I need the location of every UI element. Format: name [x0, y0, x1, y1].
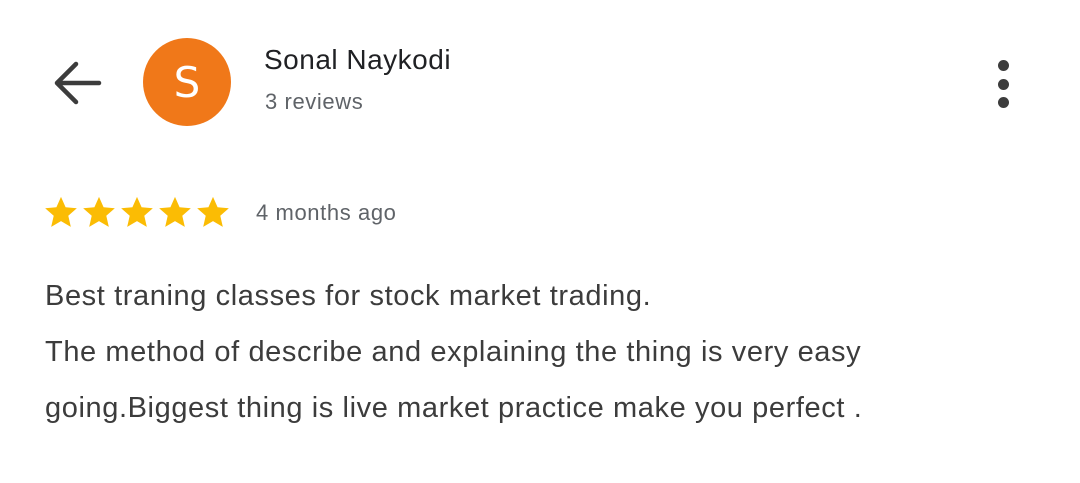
avatar[interactable]: S: [143, 38, 231, 126]
review-text-line: Best traning classes for stock market tr…: [45, 280, 652, 312]
review-rating-row: 4 months ago: [42, 193, 397, 233]
review-text-line: going.Biggest thing is live market pract…: [45, 392, 863, 424]
back-button[interactable]: [46, 52, 108, 114]
avatar-letter: S: [173, 57, 201, 107]
star-icon: [159, 196, 191, 227]
review-count: 3 reviews: [265, 89, 364, 114]
more-vertical-icon: [997, 60, 1009, 71]
star-icon: [197, 196, 229, 227]
review-text: Best traning classes for stock market tr…: [45, 268, 1045, 436]
user-name[interactable]: Sonal Naykodi: [264, 44, 451, 76]
review-text-line: The method of describe and explaining th…: [45, 336, 862, 368]
star-icon: [121, 196, 153, 227]
star-rating: [42, 194, 232, 232]
arrow-left-icon: [52, 60, 102, 106]
more-options-button[interactable]: [980, 56, 1026, 112]
star-icon: [83, 196, 115, 227]
review-time: 4 months ago: [256, 200, 397, 225]
star-icon: [45, 196, 77, 227]
